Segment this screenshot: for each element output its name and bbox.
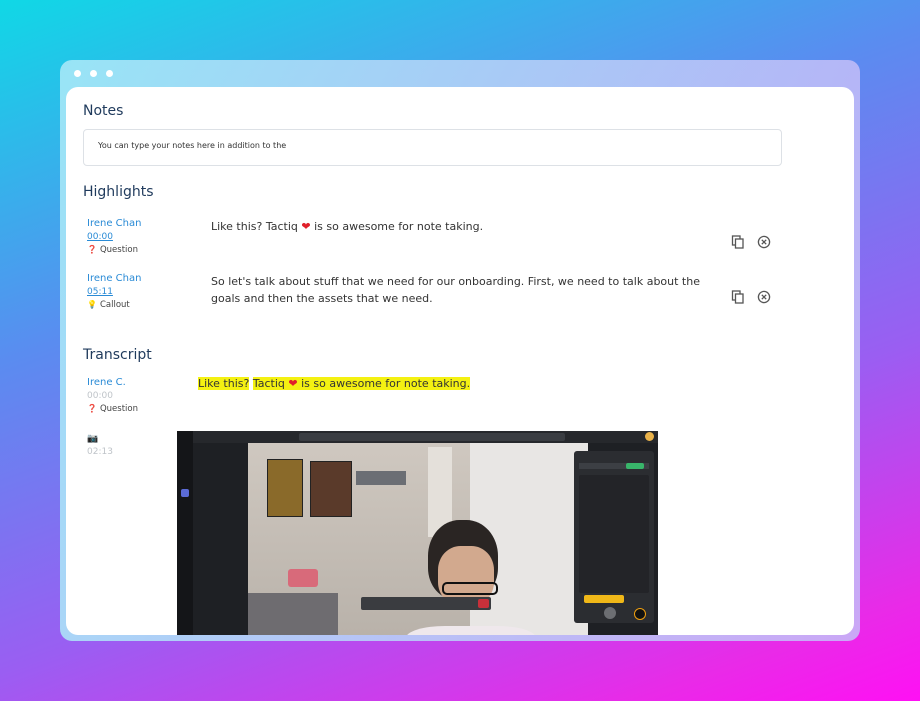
search-bar (299, 433, 565, 441)
browser-window: Notes You can type your notes here in ad… (60, 60, 860, 641)
transcript-tag-label: Question (99, 404, 138, 414)
lightbulb-icon: 💡 (87, 300, 97, 309)
question-mark-icon: ❓ (87, 404, 97, 413)
meeting-screenshot[interactable] (177, 431, 658, 635)
window-dot-maximize[interactable] (106, 70, 113, 77)
highlight-item: Irene Chan 00:00 ❓ Question Like this? Ta… (87, 218, 787, 255)
highlight-actions (731, 235, 771, 249)
notes-placeholder: You can type your notes here in addition… (98, 141, 287, 150)
heart-icon: ❤ (284, 377, 302, 390)
highlight-text: Like this? Tactiq ❤ is so awesome for no… (211, 218, 731, 235)
copy-icon[interactable] (731, 235, 745, 249)
heart-icon: ❤ (301, 220, 311, 233)
remove-circle-icon[interactable] (757, 235, 771, 249)
highlighted-text: Like this? (198, 377, 250, 390)
tactiq-panel (574, 451, 654, 623)
highlighted-text: is so awesome for note taking. (301, 377, 471, 390)
app-sidebar (177, 431, 193, 635)
notes-heading: Notes (83, 103, 124, 119)
highlight-item: Irene Chan 05:11 💡 Callout So let's talk … (87, 273, 787, 310)
highlight-tag-label: Callout (99, 300, 130, 310)
window-controls (74, 70, 113, 77)
highlight-text-part: is so awesome for note taking. (310, 220, 484, 233)
copy-icon[interactable] (731, 290, 745, 304)
transcript-heading: Transcript (83, 347, 152, 363)
transcript-tag: ❓ Question (87, 404, 787, 414)
transcript-timestamp[interactable]: 00:00 (87, 391, 787, 401)
highlight-tag-label: Question (99, 245, 138, 255)
content-card: Notes You can type your notes here in ad… (66, 87, 854, 635)
window-dot-close[interactable] (74, 70, 81, 77)
notes-input[interactable]: You can type your notes here in addition… (83, 129, 782, 166)
highlight-text-part: Like this? Tactiq (211, 220, 302, 233)
highlights-heading: Highlights (83, 184, 154, 200)
highlight-text: So let's talk about stuff that we need f… (211, 275, 700, 305)
app-topbar (193, 431, 658, 443)
question-mark-icon: ❓ (87, 245, 97, 254)
window-dot-minimize[interactable] (90, 70, 97, 77)
transcript-entry: Irene C. 00:00 ❓ Question Like this? Tact… (87, 377, 787, 414)
highlight-actions (731, 290, 771, 304)
highlight-tag: ❓ Question (87, 245, 787, 255)
participant (406, 520, 536, 635)
remove-circle-icon[interactable] (757, 290, 771, 304)
highlighted-text: Tactiq (252, 377, 285, 390)
transcript-text: Like this? Tactiq ❤ is so awesome for no… (198, 377, 471, 390)
meeting-controls (361, 597, 491, 610)
